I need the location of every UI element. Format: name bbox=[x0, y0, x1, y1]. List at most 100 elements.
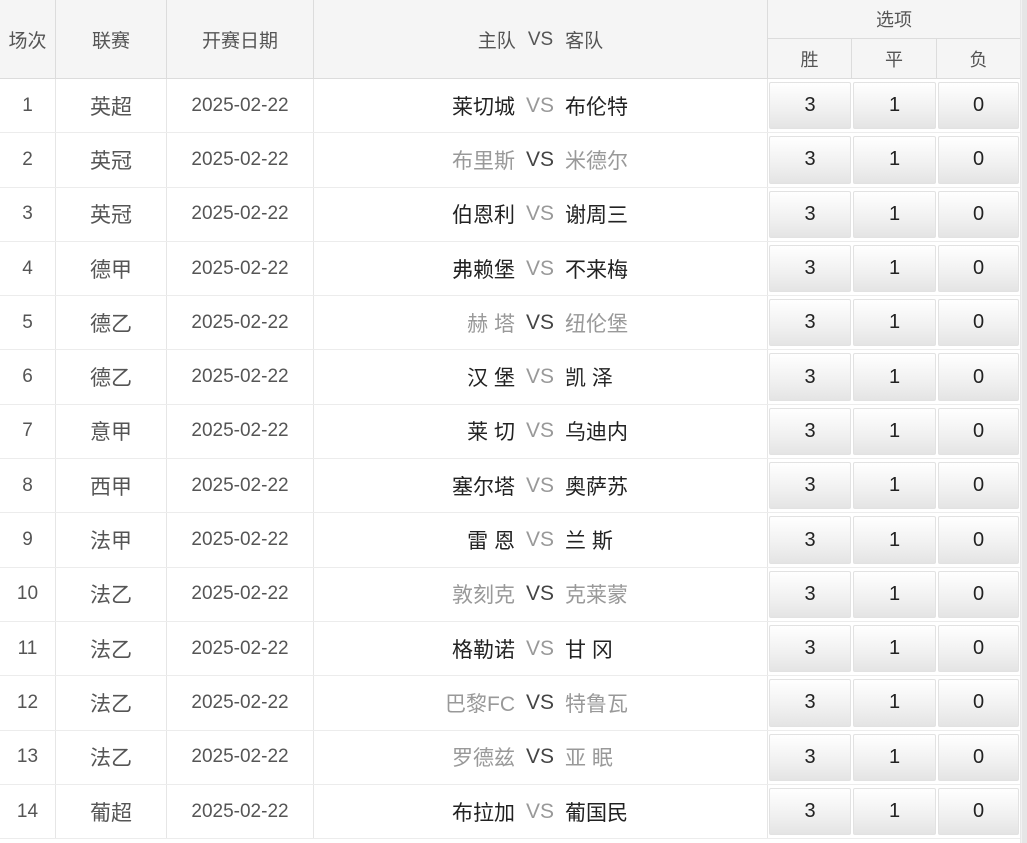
match-number: 6 bbox=[0, 350, 56, 404]
option-draw-button[interactable]: 1 bbox=[853, 787, 936, 836]
option-lose-button[interactable]: 0 bbox=[938, 679, 1019, 727]
table-row: 10 法乙 2025-02-22 敦刻克 VS 克莱蒙 3 1 0 bbox=[0, 567, 1020, 622]
option-draw-button[interactable]: 1 bbox=[853, 136, 936, 184]
option-draw-button[interactable]: 1 bbox=[853, 679, 936, 727]
league-name: 英超 bbox=[56, 79, 167, 133]
option-draw-button[interactable]: 1 bbox=[853, 462, 936, 510]
option-lose-button[interactable]: 0 bbox=[938, 136, 1019, 184]
away-team: 纽伦堡 bbox=[565, 312, 628, 336]
option-lose-button[interactable]: 0 bbox=[938, 462, 1019, 510]
option-lose-button[interactable]: 0 bbox=[938, 570, 1019, 618]
option-draw-button[interactable]: 1 bbox=[853, 570, 936, 618]
match-number: 13 bbox=[0, 730, 56, 784]
start-date: 2025-02-22 bbox=[167, 133, 314, 187]
start-date: 2025-02-22 bbox=[167, 513, 314, 567]
option-win-button[interactable]: 3 bbox=[769, 299, 851, 347]
option-lose-button[interactable]: 0 bbox=[938, 733, 1019, 781]
table-row: 6 德乙 2025-02-22 汉 堡 VS 凯 泽 3 1 0 bbox=[0, 350, 1020, 405]
league-name: 葡超 bbox=[56, 784, 167, 839]
option-win-button[interactable]: 3 bbox=[769, 787, 851, 836]
table-row: 4 德甲 2025-02-22 弗赖堡 VS 不来梅 3 1 0 bbox=[0, 241, 1020, 297]
option-win-button[interactable]: 3 bbox=[769, 82, 851, 130]
scrollbar-thumb[interactable] bbox=[1022, 0, 1027, 843]
teams-cell: 赫 塔 VS 纽伦堡 bbox=[314, 296, 768, 350]
home-team: 莱 切 bbox=[467, 421, 515, 445]
vertical-scrollbar[interactable] bbox=[1020, 0, 1027, 843]
teams-cell: 布拉加 VS 葡国民 bbox=[314, 784, 768, 839]
vs-label: VS bbox=[526, 365, 555, 389]
start-date: 2025-02-22 bbox=[167, 676, 314, 730]
option-draw-button[interactable]: 1 bbox=[853, 299, 936, 347]
table-body: 1 英超 2025-02-22 莱切城 VS 布伦特 3 1 0 2 英冠 20… bbox=[0, 79, 1020, 840]
vs-label: VS bbox=[526, 147, 555, 171]
home-team: 伯恩利 bbox=[452, 204, 515, 228]
table-row: 11 法乙 2025-02-22 格勒诺 VS 甘 冈 3 1 0 bbox=[0, 621, 1020, 677]
home-team: 巴黎FC bbox=[445, 692, 515, 716]
option-lose-button[interactable]: 0 bbox=[938, 516, 1019, 564]
table-row: 2 英冠 2025-02-22 布里斯 VS 米德尔 3 1 0 bbox=[0, 133, 1020, 188]
option-lose-button[interactable]: 0 bbox=[938, 299, 1019, 347]
away-team: 甘 冈 bbox=[565, 638, 613, 662]
league-name: 法乙 bbox=[56, 676, 167, 730]
teams-cell: 莱切城 VS 布伦特 bbox=[314, 79, 768, 133]
start-date: 2025-02-22 bbox=[167, 187, 314, 241]
option-draw-button[interactable]: 1 bbox=[853, 624, 936, 673]
match-number: 7 bbox=[0, 404, 56, 459]
start-date: 2025-02-22 bbox=[167, 784, 314, 839]
option-lose-button[interactable]: 0 bbox=[938, 353, 1019, 401]
option-win-button[interactable]: 3 bbox=[769, 679, 851, 727]
header-teams: 主队 VS 客队 bbox=[314, 0, 768, 79]
option-lose-button[interactable]: 0 bbox=[938, 624, 1019, 673]
option-draw-button[interactable]: 1 bbox=[853, 190, 936, 238]
option-draw-button[interactable]: 1 bbox=[853, 353, 936, 401]
option-win-button[interactable]: 3 bbox=[769, 624, 851, 673]
table-row: 3 英冠 2025-02-22 伯恩利 VS 谢周三 3 1 0 bbox=[0, 187, 1020, 242]
table-row: 5 德乙 2025-02-22 赫 塔 VS 纽伦堡 3 1 0 bbox=[0, 296, 1020, 351]
option-win-button[interactable]: 3 bbox=[769, 570, 851, 618]
option-win-button[interactable]: 3 bbox=[769, 516, 851, 564]
match-number: 10 bbox=[0, 567, 56, 621]
away-team: 米德尔 bbox=[565, 149, 628, 173]
option-draw-button[interactable]: 1 bbox=[853, 407, 936, 456]
option-lose-button[interactable]: 0 bbox=[938, 190, 1019, 238]
start-date: 2025-02-22 bbox=[167, 459, 314, 513]
header-options-group: 选项 胜 平 负 bbox=[768, 0, 1020, 79]
option-win-button[interactable]: 3 bbox=[769, 190, 851, 238]
option-win-button[interactable]: 3 bbox=[769, 733, 851, 781]
option-draw-button[interactable]: 1 bbox=[853, 733, 936, 781]
home-team: 雷 恩 bbox=[467, 530, 515, 554]
away-team: 谢周三 bbox=[565, 204, 628, 228]
league-name: 西甲 bbox=[56, 459, 167, 513]
option-win-button[interactable]: 3 bbox=[769, 353, 851, 401]
header-start-date: 开赛日期 bbox=[167, 0, 314, 79]
match-number: 3 bbox=[0, 187, 56, 241]
option-lose-button[interactable]: 0 bbox=[938, 787, 1019, 836]
option-win-button[interactable]: 3 bbox=[769, 407, 851, 456]
vs-label: VS bbox=[526, 636, 555, 660]
away-team: 兰 斯 bbox=[565, 530, 613, 554]
option-lose-button[interactable]: 0 bbox=[938, 82, 1019, 130]
home-team: 塞尔塔 bbox=[452, 475, 515, 499]
home-team: 弗赖堡 bbox=[452, 258, 515, 282]
table-row: 7 意甲 2025-02-22 莱 切 VS 乌迪内 3 1 0 bbox=[0, 404, 1020, 460]
option-draw-button[interactable]: 1 bbox=[853, 516, 936, 564]
table-row: 9 法甲 2025-02-22 雷 恩 VS 兰 斯 3 1 0 bbox=[0, 513, 1020, 568]
option-draw-button[interactable]: 1 bbox=[853, 244, 936, 293]
option-lose-button[interactable]: 0 bbox=[938, 244, 1019, 293]
away-team: 凯 泽 bbox=[565, 367, 613, 391]
vs-label: VS bbox=[526, 528, 555, 552]
option-lose-button[interactable]: 0 bbox=[938, 407, 1019, 456]
option-win-button[interactable]: 3 bbox=[769, 462, 851, 510]
away-team: 亚 眠 bbox=[565, 747, 613, 771]
option-draw-button[interactable]: 1 bbox=[853, 82, 936, 130]
start-date: 2025-02-22 bbox=[167, 350, 314, 404]
option-win-button[interactable]: 3 bbox=[769, 136, 851, 184]
option-win-button[interactable]: 3 bbox=[769, 244, 851, 293]
home-team: 敦刻克 bbox=[452, 584, 515, 608]
teams-cell: 雷 恩 VS 兰 斯 bbox=[314, 513, 768, 567]
teams-cell: 塞尔塔 VS 奥萨苏 bbox=[314, 459, 768, 513]
home-team: 赫 塔 bbox=[467, 312, 515, 336]
home-team: 格勒诺 bbox=[452, 638, 515, 662]
table-row: 13 法乙 2025-02-22 罗德兹 VS 亚 眠 3 1 0 bbox=[0, 730, 1020, 785]
table-row: 12 法乙 2025-02-22 巴黎FC VS 特鲁瓦 3 1 0 bbox=[0, 676, 1020, 731]
